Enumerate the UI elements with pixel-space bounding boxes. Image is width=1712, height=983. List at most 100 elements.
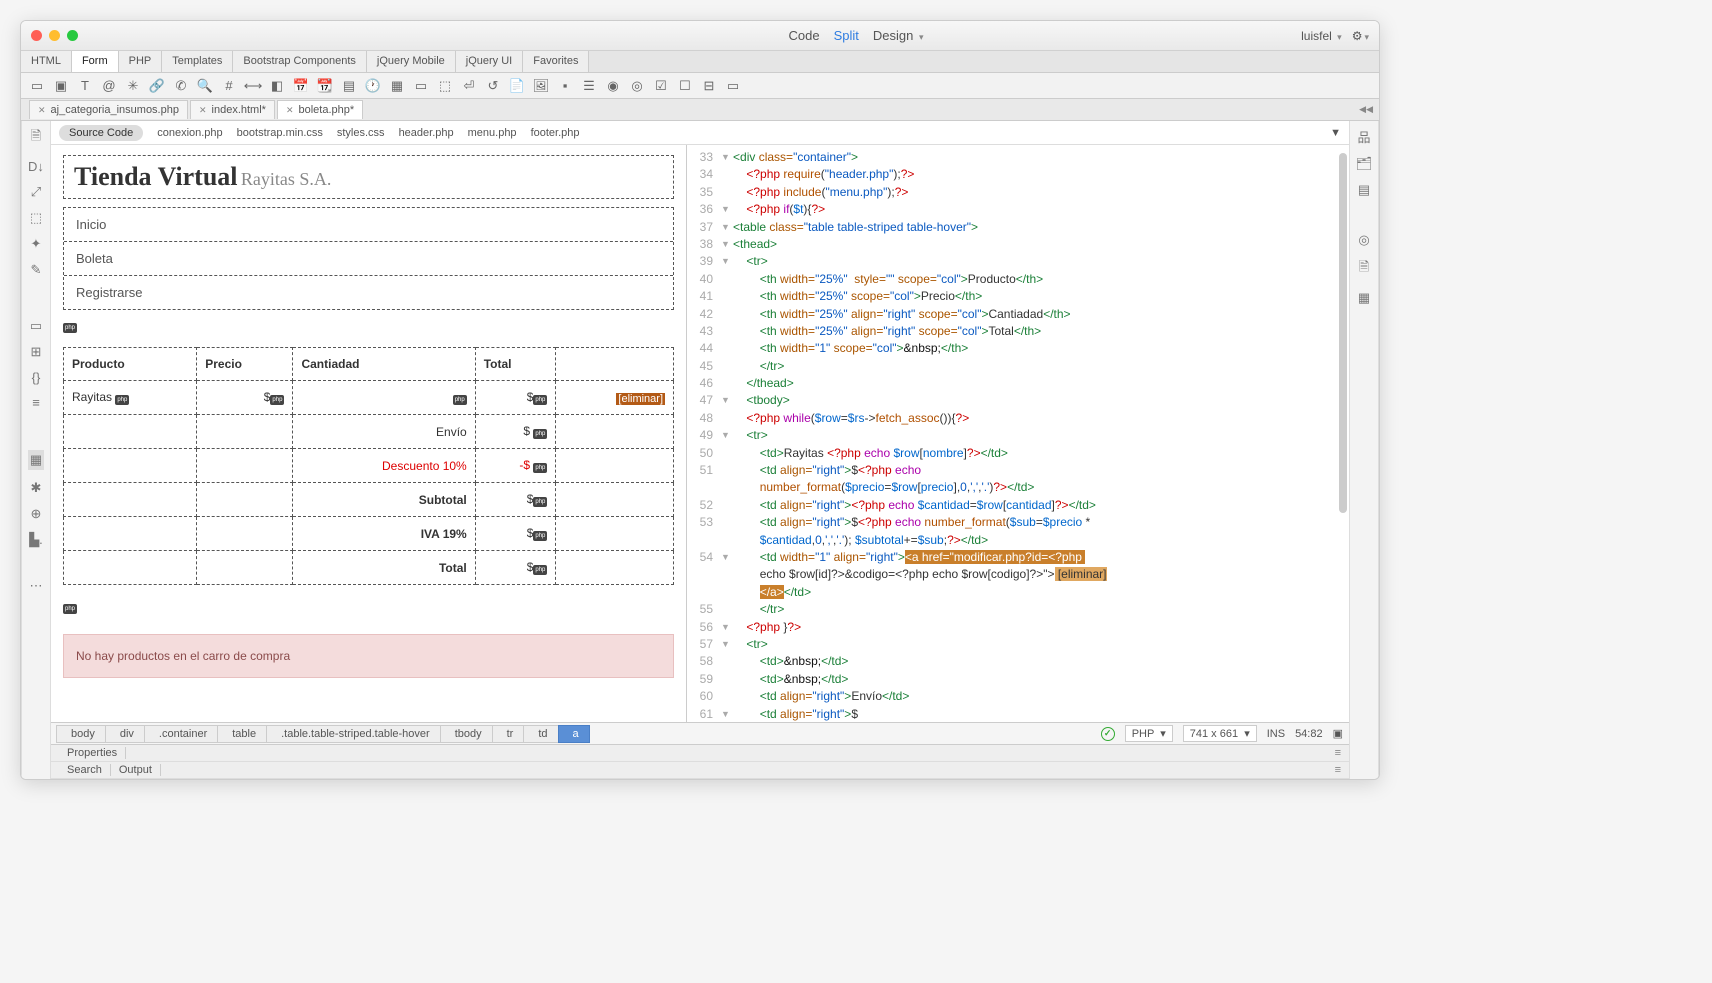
minimize-window-icon[interactable] — [49, 30, 60, 41]
week-icon[interactable]: 📆 — [317, 78, 333, 94]
code-line[interactable]: 34 <?php require("header.php");?> — [687, 166, 1349, 183]
checkbox-icon[interactable]: ☑ — [653, 78, 669, 94]
datetime-icon[interactable]: ▦ — [389, 78, 405, 94]
radio-icon[interactable]: ◉ — [605, 78, 621, 94]
eliminar-link[interactable]: [eliminar] — [616, 393, 665, 405]
number-icon[interactable]: # — [221, 78, 237, 94]
search-icon[interactable]: 🔍 — [197, 78, 213, 94]
language-select[interactable]: PHP ▾ — [1125, 725, 1173, 742]
split-view-button[interactable]: Split — [834, 28, 859, 43]
code-line[interactable]: 37▼<table class="table table-striped tab… — [687, 219, 1349, 236]
code-line[interactable]: 56▼ <?php }?> — [687, 619, 1349, 636]
output-panel-tab[interactable]: Output — [111, 764, 161, 776]
code-line[interactable]: 60 <td align="right">Envío</td> — [687, 688, 1349, 705]
d-icon[interactable]: D↓ — [28, 159, 44, 174]
bc-tbody[interactable]: tbody — [440, 725, 493, 743]
code-line[interactable]: 53 <td align="right">$<?php echo number_… — [687, 514, 1349, 531]
tab-bootstrap[interactable]: Bootstrap Components — [233, 51, 367, 72]
cc-icon[interactable]: ◎ — [1358, 232, 1369, 248]
code-view-button[interactable]: Code — [789, 28, 820, 43]
nav-item[interactable]: Registrarse — [64, 276, 673, 309]
related-file[interactable]: bootstrap.min.css — [237, 127, 323, 139]
radio-group-icon[interactable]: ◎ — [629, 78, 645, 94]
search-panel-tab[interactable]: Search — [59, 764, 111, 776]
color-icon[interactable]: ◧ — [269, 78, 285, 94]
panel-icon[interactable]: 🗎 — [1359, 258, 1369, 280]
close-tab-icon[interactable]: ✕ — [286, 105, 294, 116]
related-file[interactable]: styles.css — [337, 127, 385, 139]
time-icon[interactable]: 🕐 — [365, 78, 381, 94]
email-icon[interactable]: @ — [101, 78, 117, 94]
bc-div[interactable]: div — [105, 725, 145, 743]
code-line[interactable]: number_format($precio=$row[precio],0,','… — [687, 479, 1349, 496]
related-file[interactable]: conexion.php — [157, 127, 222, 139]
tool-icon[interactable]: {} — [32, 370, 41, 385]
tab-jquery-ui[interactable]: jQuery UI — [456, 51, 523, 72]
bc-td[interactable]: td — [523, 725, 558, 743]
file-icon[interactable]: 📄 — [509, 78, 525, 94]
panel-icon[interactable]: 🗂 — [1356, 156, 1373, 172]
user-menu[interactable]: luisfel ▾ — [1301, 29, 1342, 43]
select-icon[interactable]: ☰ — [581, 78, 597, 94]
brush-icon[interactable]: ✎ — [31, 262, 42, 278]
bc-tableclass[interactable]: .table.table-striped.table-hover — [266, 725, 441, 743]
code-line[interactable]: 48 <?php while($row=$rs->fetch_assoc()){… — [687, 410, 1349, 427]
tab-jquery-mobile[interactable]: jQuery Mobile — [367, 51, 456, 72]
code-line[interactable]: 59 <td>&nbsp;</td> — [687, 671, 1349, 688]
tab-html[interactable]: HTML — [21, 51, 72, 72]
tool-icon[interactable]: ▦ — [28, 450, 44, 470]
code-line[interactable]: </a></td> — [687, 584, 1349, 601]
checkbox-group-icon[interactable]: ☐ — [677, 78, 693, 94]
code-editor[interactable]: 33▼<div class="container">34 <?php requi… — [687, 145, 1349, 722]
bc-body[interactable]: body — [56, 725, 106, 743]
bc-container[interactable]: .container — [144, 725, 218, 743]
nav-item[interactable]: Boleta — [64, 242, 673, 276]
selection-icon[interactable]: ⬚ — [30, 210, 42, 226]
scrollbar-thumb[interactable] — [1339, 153, 1347, 513]
file-tab[interactable]: ✕aj_categoria_insumos.php — [29, 100, 188, 119]
date-icon[interactable]: ▤ — [341, 78, 357, 94]
related-file[interactable]: menu.php — [468, 127, 517, 139]
month-icon[interactable]: 📅 — [293, 78, 309, 94]
panel-icon[interactable]: 品 — [1357, 127, 1370, 146]
design-view-button[interactable]: Design ▾ — [873, 28, 924, 43]
no-errors-icon[interactable]: ✓ — [1101, 727, 1115, 741]
overflow-icon[interactable]: ▣ — [1333, 727, 1343, 740]
submit-icon[interactable]: ⏎ — [461, 78, 477, 94]
code-line[interactable]: 51 <td align="right">$<?php echo — [687, 462, 1349, 479]
close-tab-icon[interactable]: ✕ — [199, 105, 207, 116]
nav-item[interactable]: Inicio — [64, 208, 673, 242]
hidden-icon[interactable]: ▪ — [557, 78, 573, 94]
related-file[interactable]: header.php — [399, 127, 454, 139]
file-tab-active[interactable]: ✕boleta.php* — [277, 100, 363, 119]
code-line[interactable]: 33▼<div class="container"> — [687, 149, 1349, 166]
code-line[interactable]: 42 <th width="25%" align="right" scope="… — [687, 306, 1349, 323]
code-line[interactable]: 49▼ <tr> — [687, 427, 1349, 444]
url-icon[interactable]: 🔗 — [149, 78, 165, 94]
code-line[interactable]: 57▼ <tr> — [687, 636, 1349, 653]
tel-icon[interactable]: ✆ — [173, 78, 189, 94]
code-line[interactable]: 41 <th width="25%" scope="col">Precio</t… — [687, 288, 1349, 305]
button-icon[interactable]: ⬚ — [437, 78, 453, 94]
code-line[interactable]: 47▼ <tbody> — [687, 392, 1349, 409]
text-icon[interactable]: T — [77, 78, 93, 94]
filter-icon[interactable]: ▼ — [1330, 127, 1341, 139]
reset-icon[interactable]: ↺ — [485, 78, 501, 94]
tool-icon[interactable]: ▭ — [30, 318, 42, 334]
tab-templates[interactable]: Templates — [162, 51, 233, 72]
code-line[interactable]: 54▼ <td width="1" align="right"><a href=… — [687, 549, 1349, 566]
tool-icon[interactable]: ⊕ — [31, 506, 42, 522]
code-line[interactable]: 52 <td align="right"><?php echo $cantida… — [687, 497, 1349, 514]
code-line[interactable]: 45 </tr> — [687, 358, 1349, 375]
code-line[interactable]: 55 </tr> — [687, 601, 1349, 618]
properties-panel-tab[interactable]: Properties — [59, 747, 126, 759]
code-line[interactable]: 58 <td>&nbsp;</td> — [687, 653, 1349, 670]
image-icon[interactable]: 🖼 — [533, 78, 549, 94]
expand-panels-icon[interactable]: ◀◀ — [1359, 104, 1373, 115]
code-line[interactable]: $cantidad,0,',','.'); $subtotal+=$sub;?>… — [687, 532, 1349, 549]
tool-icon[interactable]: ▙. — [29, 532, 43, 548]
more-icon[interactable]: ⋯ — [30, 578, 43, 594]
code-line[interactable]: 40 <th width="25%" style="" scope="col">… — [687, 271, 1349, 288]
close-window-icon[interactable] — [31, 30, 42, 41]
code-line[interactable]: 39▼ <tr> — [687, 253, 1349, 270]
